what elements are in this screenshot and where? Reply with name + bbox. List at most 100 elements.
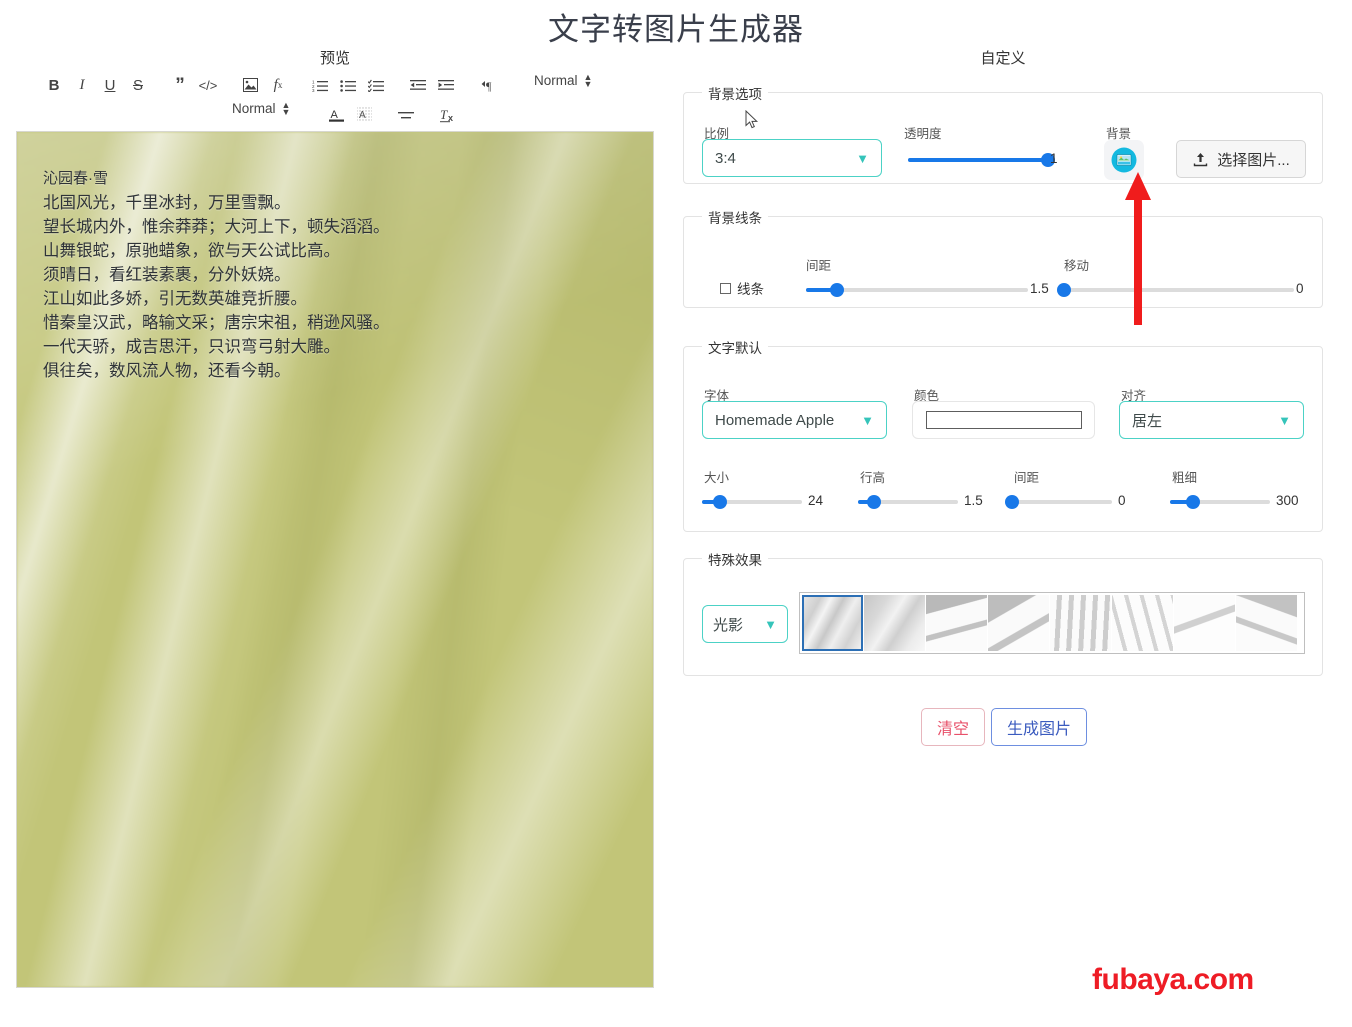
indent-icon[interactable] <box>432 72 460 98</box>
choose-image-button[interactable]: 选择图片... <box>1176 140 1306 178</box>
text-color-picker[interactable] <box>912 401 1095 439</box>
font-weight-label: 粗细 <box>1172 471 1198 485</box>
line-move-slider[interactable] <box>1057 281 1294 299</box>
color-swatch[interactable] <box>925 411 1082 429</box>
size-select[interactable]: Normal ▲ ▼ <box>232 99 291 117</box>
slider-track <box>1057 283 1294 297</box>
blockquote-icon[interactable]: ” <box>166 72 194 98</box>
slider-track <box>1005 495 1112 509</box>
opacity-slider[interactable] <box>908 151 1055 169</box>
text-direction-icon[interactable]: ¶ <box>474 72 502 98</box>
generate-image-button[interactable]: 生成图片 <box>991 708 1087 746</box>
slider-knob[interactable] <box>830 283 845 297</box>
checkbox-icon[interactable] <box>720 282 731 294</box>
svg-text:T: T <box>440 107 448 122</box>
font-weight-slider[interactable] <box>1170 493 1270 511</box>
chevron-down-icon: ▼ <box>764 616 777 632</box>
effect-type-value: 光影 <box>713 616 744 634</box>
background-icon-button[interactable] <box>1104 140 1144 180</box>
toolbar-row-1: B I U S ” </> fx 123 ¶ Normal ▲ ▼ <box>16 72 656 100</box>
stepper-icon: ▲ ▼ <box>583 71 593 89</box>
upload-icon <box>1194 152 1208 166</box>
letter-spacing-slider[interactable] <box>1005 493 1112 511</box>
align-select[interactable]: 居左 ▼ <box>1119 401 1304 439</box>
svg-text:A: A <box>330 109 338 121</box>
strikethrough-icon[interactable]: S <box>124 72 152 98</box>
slider-track <box>806 283 1028 297</box>
effect-thumb-1[interactable] <box>802 595 863 651</box>
slider-knob[interactable] <box>867 495 881 509</box>
clear-button[interactable]: 清空 <box>921 708 985 746</box>
chevron-down-icon: ▼ <box>1278 412 1291 428</box>
formula-icon[interactable]: fx <box>264 72 292 98</box>
effect-thumb-5[interactable] <box>1050 595 1111 651</box>
insert-image-icon[interactable] <box>236 72 264 98</box>
stepper-icon: ▲ ▼ <box>281 99 291 117</box>
underline-icon[interactable]: U <box>96 72 124 98</box>
line-spacing-label: 间距 <box>806 259 832 273</box>
bullet-list-icon[interactable] <box>334 72 362 98</box>
slider-track <box>858 495 958 509</box>
line-move-label: 移动 <box>1064 259 1090 273</box>
ratio-select[interactable]: 3:4 ▼ <box>702 139 882 177</box>
background-lines-panel: 背景线条 线条 间距 1.5 移动 0 <box>683 207 1323 308</box>
outdent-icon[interactable] <box>404 72 432 98</box>
font-select-value: Homemade Apple <box>715 411 835 429</box>
preview-line: 一代天骄，成吉思汗，只识弯弓射大雕。 <box>43 338 340 356</box>
slider-knob[interactable] <box>1005 495 1019 509</box>
lines-checkbox[interactable]: 线条 <box>720 278 764 298</box>
chevron-down-icon: ▼ <box>856 150 869 166</box>
clear-format-icon[interactable]: Tx <box>434 102 462 128</box>
line-spacing-value: 1.5 <box>1030 281 1049 296</box>
slider-knob[interactable] <box>713 495 727 509</box>
bold-icon[interactable]: B <box>40 72 68 98</box>
picture-icon <box>1111 147 1137 173</box>
align-icon[interactable] <box>392 102 420 128</box>
line-spacing-slider[interactable] <box>806 281 1028 299</box>
preview-canvas[interactable]: 沁园春·雪 北国风光，千里冰封，万里雪飘。 望长城内外，惟余莽莽；大河上下，顿失… <box>16 131 654 988</box>
effect-thumbnail-strip[interactable] <box>799 592 1305 654</box>
preview-line: 江山如此多娇，引无数英雄竞折腰。 <box>43 290 307 308</box>
code-block-icon[interactable]: </> <box>194 72 222 98</box>
background-options-panel: 背景选项 比例 3:4 ▼ 透明度 1 背景 选择图片... <box>683 83 1323 184</box>
line-height-slider[interactable] <box>858 493 958 511</box>
opacity-value: 1 <box>1050 151 1058 166</box>
line-height-label: 行高 <box>860 471 886 485</box>
effect-thumb-6[interactable] <box>1112 595 1173 651</box>
effect-thumb-2[interactable] <box>864 595 925 651</box>
align-select-value: 居左 <box>1132 412 1163 430</box>
font-select[interactable]: Homemade Apple ▼ <box>702 401 887 439</box>
ordered-list-icon[interactable]: 123 <box>306 72 334 98</box>
text-defaults-legend: 文字默认 <box>702 337 768 357</box>
font-color-icon[interactable]: A <box>322 102 350 128</box>
effect-thumb-3[interactable] <box>926 595 987 651</box>
effect-type-select[interactable]: 光影 ▼ <box>702 605 788 643</box>
mouse-cursor-icon <box>745 110 759 129</box>
italic-icon[interactable]: I <box>68 72 96 98</box>
toolbar-row-2: Normal ▲ ▼ A A Tx <box>16 100 656 128</box>
preview-line: 俱往矣，数风流人物，还看今朝。 <box>43 362 291 380</box>
effect-thumb-8[interactable] <box>1236 595 1297 651</box>
text-defaults-panel: 文字默认 字体 Homemade Apple ▼ 颜色 对齐 居左 ▼ 大小 2… <box>683 337 1323 532</box>
line-height-value: 1.5 <box>964 493 983 508</box>
heading-select-label: Normal <box>534 73 578 88</box>
font-weight-value: 300 <box>1276 493 1299 508</box>
slider-knob[interactable] <box>1057 283 1071 297</box>
slider-track <box>1170 495 1270 509</box>
preview-line: 沁园春·雪 <box>43 170 108 187</box>
preview-line: 望长城内外，惟余莽莽；大河上下，顿失滔滔。 <box>43 218 390 236</box>
heading-select[interactable]: Normal ▲ ▼ <box>534 71 593 89</box>
check-list-icon[interactable] <box>362 72 390 98</box>
choose-image-label: 选择图片... <box>1217 151 1290 169</box>
app-root: 文字转图片生成器 预览 自定义 B I U S ” </> fx 123 ¶ N… <box>0 0 1352 1027</box>
font-size-slider[interactable] <box>702 493 802 511</box>
ratio-select-value: 3:4 <box>715 149 736 167</box>
size-select-label: Normal <box>232 101 276 116</box>
effect-thumb-7[interactable] <box>1174 595 1235 651</box>
font-size-label: 大小 <box>704 471 730 485</box>
background-color-icon[interactable]: A <box>350 102 378 128</box>
effect-thumb-4[interactable] <box>988 595 1049 651</box>
chevron-down-icon: ▼ <box>861 412 874 428</box>
page-title: 文字转图片生成器 <box>548 12 804 47</box>
slider-knob[interactable] <box>1186 495 1200 509</box>
